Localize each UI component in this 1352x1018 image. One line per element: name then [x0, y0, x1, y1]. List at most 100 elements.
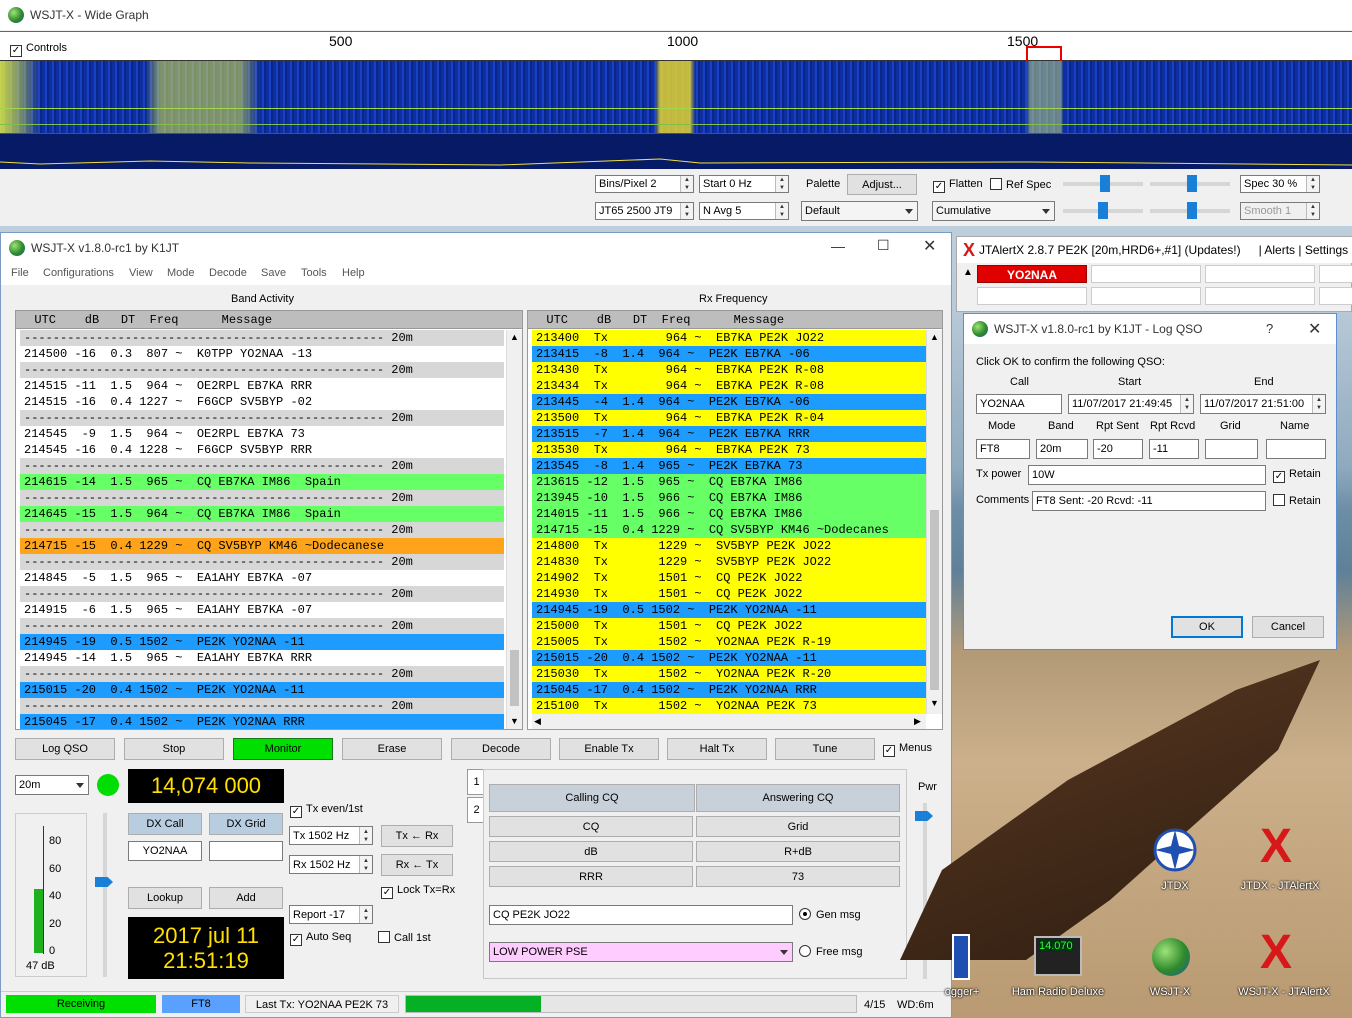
name-input[interactable] — [1266, 439, 1326, 459]
decode-row[interactable]: 214830 Tx 1229 ~ SV5BYP PE2K JO22 — [532, 554, 926, 570]
gain2-slider[interactable] — [1063, 202, 1143, 219]
spec-spinbox[interactable]: Spec 30 % ▲ ▼ — [1240, 175, 1320, 193]
jtalert-cell[interactable] — [1319, 265, 1352, 283]
decode-row[interactable]: 214845 -5 1.5 965 ~ EA1AHY EB7KA -07 — [20, 570, 504, 586]
adjust-button[interactable]: Adjust... — [847, 174, 917, 195]
retain-power-checkbox[interactable]: ✓ Retain — [1273, 468, 1321, 483]
call-1st-checkbox[interactable]: Call 1st — [378, 931, 431, 944]
smooth-spinbox[interactable]: Smooth 1 ▲ ▼ — [1240, 202, 1320, 220]
band-input[interactable]: 20m — [1036, 439, 1088, 459]
help-icon[interactable]: ? — [1266, 321, 1273, 336]
scroll-thumb[interactable] — [510, 650, 519, 706]
decode-row[interactable]: 214545 -9 1.5 964 ~ OE2RPL EB7KA 73 — [20, 426, 504, 442]
seventy-three-button[interactable]: 73 — [696, 866, 900, 887]
menu-view[interactable]: View — [129, 267, 153, 279]
decode-row[interactable]: 213400 Tx 964 ~ EB7KA PE2K JO22 — [532, 330, 926, 346]
scroll-down-icon[interactable]: ▼ — [510, 716, 519, 726]
cq-button[interactable]: CQ — [489, 816, 693, 837]
close-icon[interactable]: ✕ — [1308, 319, 1321, 339]
tx-frequency-marker[interactable] — [1026, 46, 1062, 61]
cumulative-select[interactable]: Cumulative — [932, 201, 1055, 221]
bins-pixel-spinbox[interactable]: Bins/Pixel 2 ▲ ▼ — [595, 175, 694, 193]
lock-tx-rx-checkbox[interactable]: ✓ Lock Tx=Rx — [381, 884, 455, 899]
gen-msg-radio[interactable]: Gen msg — [799, 908, 861, 921]
free-msg-input[interactable]: LOW POWER PSE — [489, 942, 793, 962]
desktop-icon-jtdx-jtalert[interactable]: X JTDX - JTAlertX — [1240, 822, 1320, 896]
r-db-button[interactable]: R+dB — [696, 841, 900, 862]
rx-from-tx-button[interactable]: Rx ← Tx — [381, 854, 453, 876]
free-msg-radio[interactable]: Free msg — [799, 945, 862, 958]
menu-mode[interactable]: Mode — [167, 267, 195, 279]
decode-row[interactable]: 215045 -17 0.4 1502 ~ PE2K YO2NAA RRR — [532, 682, 926, 698]
desktop-icon-logger[interactable]: ogger+ — [945, 934, 992, 1000]
decode-row[interactable]: 214015 -11 1.5 966 ~ CQ EB7KA IM86 — [532, 506, 926, 522]
rx-horizontal-scrollbar[interactable]: ◀ ▶ — [532, 714, 926, 729]
jtalert-cell[interactable] — [977, 287, 1087, 305]
decode-row[interactable]: 214902 Tx 1501 ~ CQ PE2K JO22 — [532, 570, 926, 586]
jtalert-cell[interactable] — [1205, 287, 1315, 305]
decode-row[interactable]: 214515 -16 0.4 1227 ~ F6GCP SV5BYP -02 — [20, 394, 504, 410]
rx-level-slider[interactable] — [95, 813, 113, 977]
auto-seq-checkbox[interactable]: ✓ Auto Seq — [290, 931, 351, 946]
grid-button[interactable]: Grid — [696, 816, 900, 837]
jtalert-cell[interactable] — [1091, 287, 1201, 305]
waterfall-display[interactable] — [0, 61, 1352, 169]
menu-save[interactable]: Save — [261, 267, 286, 279]
menu-decode[interactable]: Decode — [209, 267, 247, 279]
decode-row[interactable]: 214545 -16 0.4 1228 ~ F6GCP SV5BYP RRR — [20, 442, 504, 458]
enable-tx-button[interactable]: Enable Tx — [559, 738, 659, 760]
decode-row[interactable]: 214615 -14 1.5 965 ~ CQ EB7KA IM86 Spain — [20, 474, 504, 490]
decode-row[interactable]: 214645 -15 1.5 964 ~ CQ EB7KA IM86 Spain — [20, 506, 504, 522]
add-button[interactable]: Add — [209, 887, 283, 909]
decode-row[interactable]: 214800 Tx 1229 ~ SV5BYP PE2K JO22 — [532, 538, 926, 554]
ok-button[interactable]: OK — [1171, 616, 1243, 638]
jtalert-menu-links[interactable]: | Alerts | Settings | V — [1259, 243, 1352, 257]
desktop-icon-wsjtx[interactable]: WSJT-X — [1130, 934, 1210, 1000]
start-hz-spinbox[interactable]: Start 0 Hz ▲ ▼ — [699, 175, 789, 193]
desktop-icon-ham-radio-deluxe[interactable]: 14.070 Ham Radio Deluxe — [1012, 934, 1104, 1000]
retain-comments-checkbox[interactable]: Retain — [1273, 494, 1321, 507]
end-datetime[interactable]: 11/07/2017 21:51:00 ▲ ▼ — [1200, 394, 1326, 414]
decode-row[interactable]: 215005 Tx 1502 ~ YO2NAA PE2K R-19 — [532, 634, 926, 650]
cancel-button[interactable]: Cancel — [1252, 616, 1324, 638]
start-datetime[interactable]: 11/07/2017 21:49:45 ▲ ▼ — [1068, 394, 1194, 414]
tx-even-checkbox[interactable]: ✓ Tx even/1st — [290, 803, 363, 818]
decode-row[interactable]: 214515 -11 1.5 964 ~ OE2RPL EB7KA RRR — [20, 378, 504, 394]
rpt-rcvd-input[interactable]: -11 — [1149, 439, 1199, 459]
dx-call-button[interactable]: DX Call — [128, 813, 202, 835]
tx-hz-spinbox[interactable]: Tx 1502 Hz ▲ ▼ — [289, 826, 373, 845]
decode-row[interactable]: 215045 -17 0.4 1502 ~ PE2K YO2NAA RRR — [20, 714, 504, 729]
scroll-right-icon[interactable]: ▶ — [914, 716, 921, 727]
maximize-icon[interactable]: ☐ — [877, 237, 890, 254]
decode-row[interactable]: 213530 Tx 964 ~ EB7KA PE2K 73 — [532, 442, 926, 458]
monitor-button[interactable]: Monitor — [233, 738, 333, 760]
flatten-checkbox[interactable]: ✓ Flatten — [933, 178, 983, 193]
mode-input[interactable]: FT8 — [976, 439, 1030, 459]
rx-frequency-panel[interactable]: UTC dB DT Freq Message 213400 Tx 964 ~ E… — [527, 310, 943, 730]
decode-row[interactable]: 214715 -15 0.4 1229 ~ CQ SV5BYP KM46 ~Do… — [20, 538, 504, 554]
controls-checkbox[interactable]: ✓ Controls — [10, 42, 67, 57]
dx-grid-button[interactable]: DX Grid — [209, 813, 283, 835]
jtalert-callsign-cell[interactable]: YO2NAA — [977, 265, 1087, 283]
decode-row[interactable]: 214945 -19 0.5 1502 ~ PE2K YO2NAA -11 — [20, 634, 504, 650]
scroll-thumb[interactable] — [930, 510, 939, 690]
decode-row[interactable]: 215000 Tx 1501 ~ CQ PE2K JO22 — [532, 618, 926, 634]
halt-tx-button[interactable]: Halt Tx — [667, 738, 767, 760]
menus-checkbox[interactable]: ✓ Menus — [883, 742, 932, 757]
menu-tools[interactable]: Tools — [301, 267, 327, 279]
decode-row[interactable]: 215015 -20 0.4 1502 ~ PE2K YO2NAA -11 — [532, 650, 926, 666]
decode-row[interactable]: 213415 -8 1.4 964 ~ PE2K EB7KA -06 — [532, 346, 926, 362]
decode-row[interactable]: 213945 -10 1.5 966 ~ CQ EB7KA IM86 — [532, 490, 926, 506]
decode-row[interactable]: 214945 -19 0.5 1502 ~ PE2K YO2NAA -11 — [532, 602, 926, 618]
minimize-icon[interactable]: — — [831, 238, 845, 254]
jtalert-cell[interactable] — [1205, 265, 1315, 283]
jtalert-cell[interactable] — [1319, 287, 1352, 305]
decode-row[interactable]: 214915 -6 1.5 965 ~ EA1AHY EB7KA -07 — [20, 602, 504, 618]
decode-row[interactable]: 214930 Tx 1501 ~ CQ PE2K JO22 — [532, 586, 926, 602]
stop-button[interactable]: Stop — [124, 738, 224, 760]
decode-row[interactable]: 213500 Tx 964 ~ EB7KA PE2K R-04 — [532, 410, 926, 426]
lookup-button[interactable]: Lookup — [128, 887, 202, 909]
desktop-icon-wsjtx-jtalert[interactable]: X WSJT-X - JTAlertX — [1238, 928, 1336, 1000]
menu-file[interactable]: File — [11, 267, 29, 279]
rrr-button[interactable]: RRR — [489, 866, 693, 887]
